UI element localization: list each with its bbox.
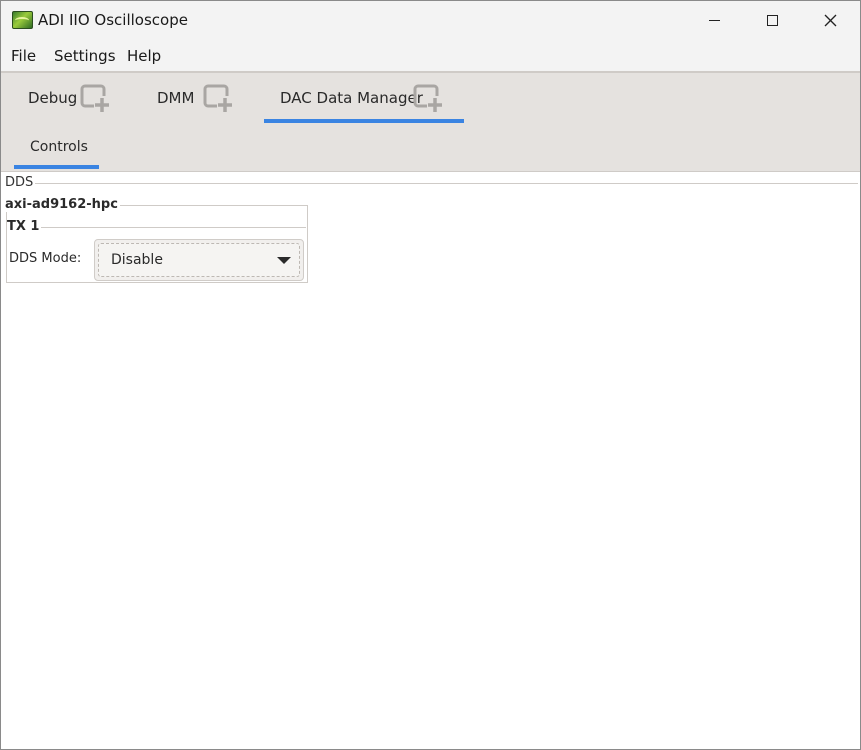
app-logo-icon (12, 11, 33, 29)
tx-frame-border (39, 227, 306, 228)
dds-frame-border (35, 183, 858, 184)
tab-debug-label: Debug (28, 89, 78, 107)
tab-dac-data-manager-label: DAC Data Manager (280, 89, 423, 107)
close-button[interactable] (801, 1, 859, 39)
tab-dmm[interactable]: DMM (144, 73, 254, 125)
device-name-label: axi-ad9162-hpc (5, 197, 120, 212)
maximize-button[interactable] (743, 1, 801, 39)
maximize-icon (766, 14, 778, 26)
sub-tab-bar: Controls (1, 125, 860, 172)
tab-dac-data-manager[interactable]: DAC Data Manager (264, 73, 464, 125)
detach-tab-icon[interactable] (80, 83, 110, 113)
menu-settings[interactable]: Settings (54, 47, 116, 65)
device-frame-border (116, 205, 307, 206)
minimize-button[interactable] (685, 1, 743, 39)
dds-mode-dropdown[interactable]: Disable (94, 239, 304, 281)
dds-mode-value: Disable (111, 252, 163, 268)
menu-bar: File Settings Help (1, 39, 860, 71)
controls-panel: DDS axi-ad9162-hpc TX 1 DDS Mode: Disabl… (1, 172, 860, 749)
active-tab-indicator (264, 119, 464, 123)
dds-mode-dropdown-focus: Disable (98, 243, 300, 277)
tab-dmm-label: DMM (157, 89, 195, 107)
menu-file[interactable]: File (11, 47, 36, 65)
dropdown-arrow-icon (277, 257, 291, 264)
active-subtab-indicator (14, 165, 99, 169)
tab-controls[interactable]: Controls (30, 139, 88, 155)
tab-debug[interactable]: Debug (15, 73, 125, 125)
channel-label: TX 1 (7, 219, 42, 234)
window-title: ADI IIO Oscilloscope (38, 11, 188, 29)
detach-tab-icon[interactable] (203, 83, 233, 113)
minimize-icon (708, 19, 720, 21)
title-bar[interactable]: ADI IIO Oscilloscope (1, 1, 860, 39)
detach-tab-icon[interactable] (413, 83, 443, 113)
dds-section-label: DDS (5, 175, 36, 190)
close-icon (824, 14, 836, 26)
plugin-tab-bar: Debug DMM DAC Data Manager (1, 71, 860, 127)
app-window: ADI IIO Oscilloscope File Settings Help … (0, 0, 861, 750)
dds-mode-label: DDS Mode: (9, 251, 82, 266)
menu-help[interactable]: Help (127, 47, 161, 65)
